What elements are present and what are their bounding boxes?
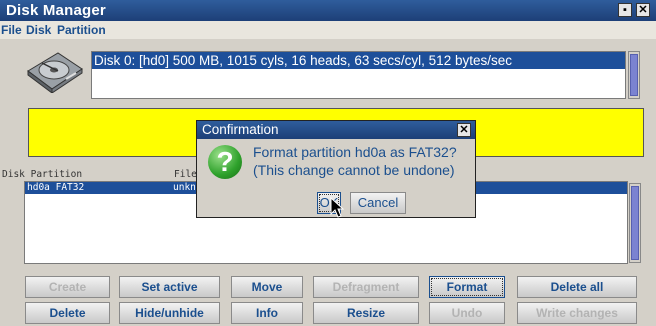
- disk-list-scrollbar[interactable]: [628, 51, 640, 99]
- delete-all-button[interactable]: Delete all: [517, 276, 637, 298]
- dialog-message-line2: (This change cannot be undone): [253, 162, 455, 178]
- menu-file[interactable]: File: [1, 23, 22, 37]
- write-changes-button[interactable]: Write changes: [517, 302, 637, 324]
- delete-button[interactable]: Delete: [25, 302, 110, 324]
- disk-list[interactable]: Disk 0: [hd0] 500 MB, 1015 cyls, 16 head…: [91, 51, 626, 99]
- dialog-title: Confirmation: [202, 122, 279, 137]
- column-header-partition[interactable]: Disk Partition: [2, 169, 82, 180]
- dialog-title-bar[interactable]: Confirmation ✕: [197, 121, 475, 139]
- set-active-button[interactable]: Set active: [119, 276, 220, 298]
- partition-list-scrollbar[interactable]: [629, 183, 641, 263]
- disk-manager-window: Disk Manager ▪ ✕ File Disk Partition Dis…: [0, 0, 656, 326]
- format-button[interactable]: Format: [429, 276, 505, 298]
- cancel-button[interactable]: Cancel: [350, 192, 406, 214]
- defragment-button[interactable]: Defragment: [313, 276, 419, 298]
- question-icon: ?: [208, 145, 242, 179]
- undo-button[interactable]: Undo: [429, 302, 505, 324]
- scrollbar-thumb[interactable]: [631, 186, 639, 260]
- partition-cell: hd0a FAT32: [27, 182, 85, 193]
- title-bar[interactable]: Disk Manager ▪ ✕: [0, 0, 656, 21]
- menu-bar: File Disk Partition: [0, 21, 656, 39]
- resize-button[interactable]: Resize: [313, 302, 419, 324]
- disk-panel: Disk 0: [hd0] 500 MB, 1015 cyls, 16 head…: [24, 45, 650, 99]
- hide-unhide-button[interactable]: Hide/unhide: [119, 302, 220, 324]
- menu-disk[interactable]: Disk: [26, 23, 51, 37]
- filesystem-cell: unkn: [173, 182, 196, 193]
- scrollbar-thumb[interactable]: [630, 54, 638, 96]
- column-header-file[interactable]: File: [174, 169, 197, 180]
- hard-disk-icon: [27, 52, 83, 93]
- create-button[interactable]: Create: [25, 276, 110, 298]
- close-button[interactable]: ✕: [636, 3, 650, 17]
- info-button[interactable]: Info: [231, 302, 303, 324]
- mouse-pointer-icon: [330, 197, 344, 218]
- dialog-close-button[interactable]: ✕: [457, 123, 471, 137]
- disk-row-0[interactable]: Disk 0: [hd0] 500 MB, 1015 cyls, 16 head…: [92, 52, 625, 69]
- dialog-message-line1: Format partition hd0a as FAT32?: [253, 144, 457, 160]
- restore-button[interactable]: ▪: [618, 3, 632, 17]
- move-button[interactable]: Move: [231, 276, 303, 298]
- menu-partition[interactable]: Partition: [57, 23, 106, 37]
- window-title: Disk Manager: [6, 2, 106, 19]
